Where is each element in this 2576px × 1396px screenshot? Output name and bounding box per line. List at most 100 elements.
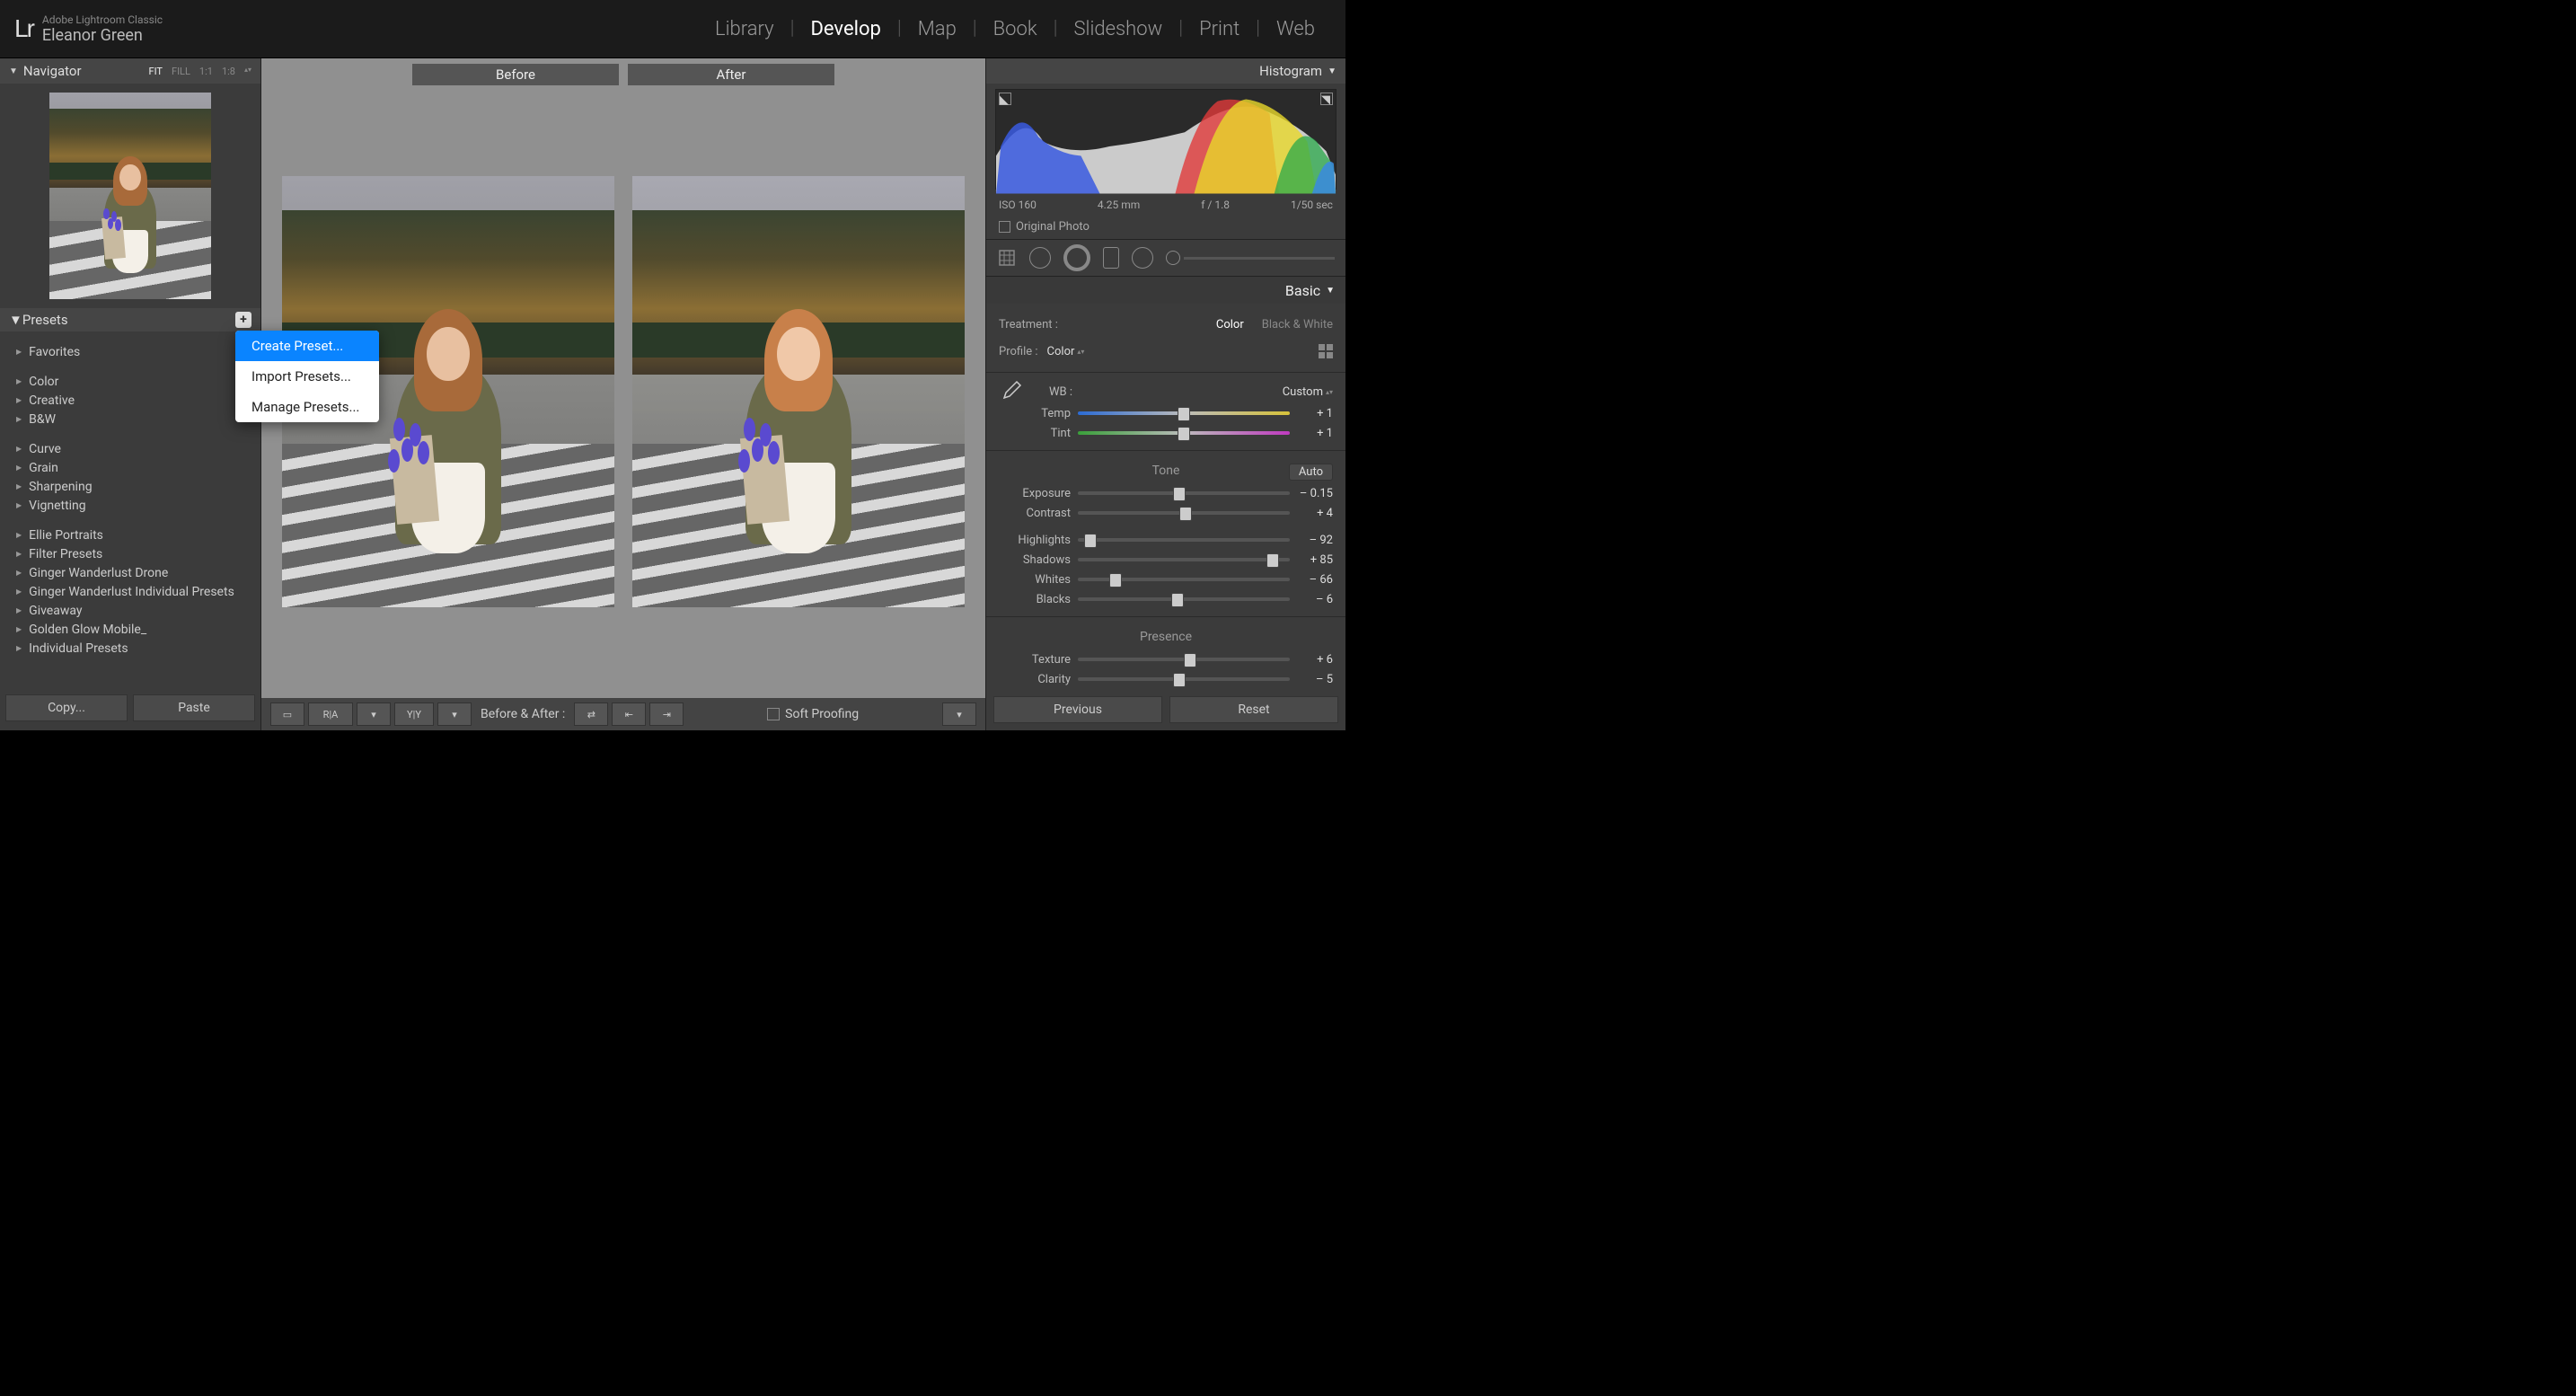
add-preset-button[interactable]: + xyxy=(235,312,251,328)
copy-right-button[interactable]: ⇥ xyxy=(649,702,684,726)
module-develop[interactable]: Develop xyxy=(794,18,896,40)
preset-item[interactable]: ▶B&W xyxy=(9,410,251,429)
preset-item[interactable]: ▶Giveaway xyxy=(9,601,251,620)
slider-value[interactable]: + 1 xyxy=(1297,407,1333,420)
slider-knob[interactable] xyxy=(1109,573,1122,588)
highlights-slider[interactable] xyxy=(1078,538,1290,542)
menu-manage-presets[interactable]: Manage Presets... xyxy=(235,392,379,422)
adjustment-brush-tool[interactable] xyxy=(1166,251,1335,265)
chevron-updown-icon[interactable]: ▴▾ xyxy=(1326,388,1333,396)
treatment-color[interactable]: Color xyxy=(1216,318,1244,331)
chevron-updown-icon[interactable]: ▴▾ xyxy=(244,66,251,77)
whites-slider[interactable] xyxy=(1078,578,1290,581)
preset-item[interactable]: ▶Ginger Wanderlust Drone xyxy=(9,563,251,582)
blacks-slider[interactable] xyxy=(1078,597,1290,601)
preset-item[interactable]: ▶Ellie Portraits xyxy=(9,526,251,544)
slider-value[interactable]: – 5 xyxy=(1297,673,1333,686)
preset-item[interactable]: ▶Ginger Wanderlust Individual Presets xyxy=(9,582,251,601)
highlight-clip-icon[interactable]: ◥ xyxy=(1320,93,1333,105)
graduated-filter-tool-icon[interactable] xyxy=(1103,247,1119,269)
shadow-clip-icon[interactable]: ◣ xyxy=(999,93,1011,105)
module-print[interactable]: Print xyxy=(1183,18,1256,40)
navigator-header[interactable]: ▼ Navigator FIT FILL 1:1 1:8 ▴▾ xyxy=(0,58,260,84)
profile-browser-button[interactable] xyxy=(1319,344,1333,358)
module-map[interactable]: Map xyxy=(902,18,973,40)
preset-item[interactable]: ▶Filter Presets xyxy=(9,544,251,563)
paste-button[interactable]: Paste xyxy=(133,694,255,721)
shadows-slider[interactable] xyxy=(1078,558,1290,561)
reset-button[interactable]: Reset xyxy=(1169,696,1338,723)
module-library[interactable]: Library xyxy=(699,18,790,40)
slider-value[interactable]: + 4 xyxy=(1297,507,1333,520)
preset-item[interactable]: ▶Color xyxy=(9,372,251,391)
slider-knob[interactable] xyxy=(1178,407,1190,421)
wb-value[interactable]: Custom xyxy=(1283,385,1323,399)
histogram-chart[interactable]: ◣ ◥ xyxy=(995,89,1337,190)
preset-item[interactable]: ▶Grain xyxy=(9,458,251,477)
preset-item[interactable]: ▶Curve xyxy=(9,439,251,458)
previous-button[interactable]: Previous xyxy=(993,696,1162,723)
treatment-bw[interactable]: Black & White xyxy=(1262,318,1333,331)
slider-knob[interactable] xyxy=(1184,653,1196,667)
module-slideshow[interactable]: Slideshow xyxy=(1058,18,1179,40)
radial-filter-tool-icon[interactable] xyxy=(1132,247,1153,269)
reference-view-menu[interactable]: ▾ xyxy=(357,702,391,726)
zoom-ratio[interactable]: 1:8 xyxy=(222,66,235,77)
zoom-fill[interactable]: FILL xyxy=(172,66,190,77)
slider-value[interactable]: – 92 xyxy=(1297,534,1333,547)
zoom-fit[interactable]: FIT xyxy=(149,66,163,77)
presets-header[interactable]: ▼ Presets + xyxy=(0,308,260,331)
crop-tool-icon[interactable] xyxy=(997,248,1017,268)
preset-item[interactable]: ▶Sharpening xyxy=(9,477,251,496)
loupe-view-button[interactable]: ▭ xyxy=(270,702,304,726)
texture-slider[interactable] xyxy=(1078,658,1290,661)
reference-view-button[interactable]: R|A xyxy=(308,702,353,726)
slider-knob[interactable] xyxy=(1179,507,1192,521)
zoom-1to1[interactable]: 1:1 xyxy=(199,66,213,77)
spot-removal-tool-icon[interactable] xyxy=(1029,247,1051,269)
basic-header[interactable]: Basic ▼ xyxy=(986,277,1345,304)
eyedropper-icon[interactable] xyxy=(999,378,1022,405)
slider-knob[interactable] xyxy=(1084,534,1097,548)
profile-value[interactable]: Color xyxy=(1047,345,1075,358)
slider-value[interactable]: – 66 xyxy=(1297,573,1333,587)
chevron-updown-icon[interactable]: ▴▾ xyxy=(1077,348,1084,356)
slider-value[interactable]: – 6 xyxy=(1297,593,1333,606)
menu-import-presets[interactable]: Import Presets... xyxy=(235,361,379,392)
contrast-slider[interactable] xyxy=(1078,511,1290,515)
copy-left-button[interactable]: ⇤ xyxy=(612,702,646,726)
module-book[interactable]: Book xyxy=(977,18,1054,40)
soft-proofing-toggle[interactable]: Soft Proofing xyxy=(767,707,859,721)
preset-item[interactable]: ▶Individual Presets xyxy=(9,639,251,658)
histogram-header[interactable]: Histogram ▼ xyxy=(986,58,1345,84)
preset-item[interactable]: ▶Golden Glow Mobile_ xyxy=(9,620,251,639)
clarity-slider[interactable] xyxy=(1078,677,1290,681)
before-after-view-menu[interactable]: ▾ xyxy=(437,702,472,726)
before-after-view-button[interactable]: Y|Y xyxy=(394,702,434,726)
redeye-tool-icon[interactable] xyxy=(1063,244,1090,271)
auto-tone-button[interactable]: Auto xyxy=(1289,464,1333,481)
slider-knob[interactable] xyxy=(1171,593,1184,607)
copy-button[interactable]: Copy... xyxy=(5,694,128,721)
navigator-thumbnail[interactable] xyxy=(49,93,211,299)
slider-value[interactable]: + 1 xyxy=(1297,427,1333,440)
slider-knob[interactable] xyxy=(1266,553,1279,568)
swap-button[interactable]: ⇄ xyxy=(574,702,608,726)
preset-item[interactable]: ▶Vignetting xyxy=(9,496,251,515)
preset-item[interactable]: ▶Favorites xyxy=(9,342,251,361)
temp-slider[interactable] xyxy=(1078,411,1290,415)
module-web[interactable]: Web xyxy=(1260,18,1331,40)
preset-item[interactable]: ▶Creative xyxy=(9,391,251,410)
slider-knob[interactable] xyxy=(1178,427,1190,441)
after-image[interactable] xyxy=(632,176,965,607)
slider-knob[interactable] xyxy=(1173,673,1186,687)
original-photo-toggle[interactable]: Original Photo xyxy=(986,215,1345,239)
slider-value[interactable]: + 6 xyxy=(1297,653,1333,667)
toolbar-menu-button[interactable]: ▾ xyxy=(942,702,976,726)
slider-value[interactable]: – 0.15 xyxy=(1297,487,1333,500)
menu-create-preset[interactable]: Create Preset... xyxy=(235,331,379,361)
tint-slider[interactable] xyxy=(1078,431,1290,435)
exposure-slider[interactable] xyxy=(1078,491,1290,495)
slider-knob[interactable] xyxy=(1173,487,1186,501)
slider-value[interactable]: + 85 xyxy=(1297,553,1333,567)
